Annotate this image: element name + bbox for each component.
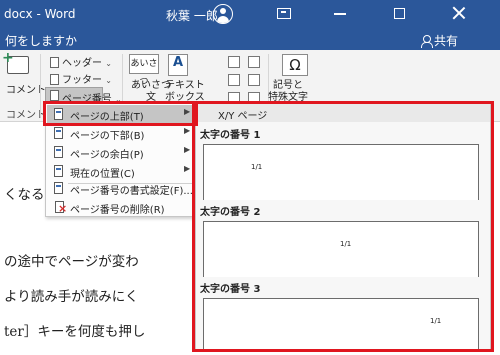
share-button[interactable]: 共有: [420, 32, 458, 49]
new-comment-icon[interactable]: +: [2, 51, 29, 74]
page-number-menu: ページの上部(T) ▶ ページの下部(B) ▶ ページの余白(P) ▶ 現在の位…: [45, 103, 195, 217]
close-icon[interactable]: [452, 6, 466, 20]
avatar[interactable]: [213, 4, 233, 24]
chevron-right-icon: ▶: [184, 126, 191, 135]
header-label: ヘッダー: [62, 58, 102, 69]
header-icon: [50, 57, 59, 68]
greeting-icon[interactable]: あいさつ: [129, 54, 159, 87]
page-number-icon: [50, 90, 59, 101]
textbox-label: テキスト ボックス: [165, 80, 205, 103]
menu-item-label: ページ番号の削除(R): [70, 205, 165, 216]
window-title: docx - Word: [4, 7, 76, 21]
menu-item-label: 現在の位置(C): [70, 169, 135, 180]
top-of-page-gallery: X/Y ページ 太字の番号 1 1/1 太字の番号 2 1/1 太字の番号 3 …: [195, 103, 491, 350]
gallery-style-label: 太字の番号 1: [200, 130, 261, 141]
menu-item-page-margins[interactable]: ページの余白(P) ▶: [47, 143, 194, 162]
menu-item-format-page-numbers[interactable]: ページ番号の書式設定(F)...: [47, 179, 194, 198]
menu-item-label: ページの下部(B): [70, 131, 145, 142]
format-page-number-icon: [54, 182, 63, 194]
chevron-right-icon: ▶: [184, 164, 191, 173]
page-number-preview: 1/1: [251, 163, 263, 171]
gallery-preview-bold-number-1[interactable]: 1/1: [203, 144, 479, 200]
gallery-preview-bold-number-2[interactable]: 1/1: [203, 221, 479, 277]
current-position-icon: [54, 165, 63, 177]
group-divider: [40, 54, 41, 116]
quick-parts-icon[interactable]: [228, 56, 240, 68]
title-bar: docx - Word 秋葉 一郎: [0, 0, 500, 28]
page-margin-icon: [54, 146, 63, 158]
doc-text-line: より読み手が読みにく: [4, 289, 139, 305]
signature-line-icon[interactable]: [248, 56, 260, 68]
chevron-right-icon: ▶: [184, 145, 191, 154]
footer-button[interactable]: フッター ⌄: [50, 71, 112, 86]
menu-item-top-of-page[interactable]: ページの上部(T) ▶: [47, 105, 194, 124]
date-time-icon[interactable]: [248, 74, 260, 86]
gallery-header: X/Y ページ: [196, 104, 490, 122]
page-number-preview: 1/1: [340, 240, 352, 248]
doc-text-line: の途中でページが変わ: [4, 254, 139, 270]
textbox-icon[interactable]: A: [168, 54, 188, 76]
menu-item-bottom-of-page[interactable]: ページの下部(B) ▶: [47, 124, 194, 143]
chevron-down-icon: ⌄: [105, 59, 112, 68]
textbox-button[interactable]: テキスト ボックス: [165, 80, 205, 104]
wordart-icon[interactable]: [228, 74, 240, 86]
chevron-down-icon: ⌄: [105, 76, 112, 85]
page-bottom-icon: [54, 127, 63, 139]
menu-item-remove-page-numbers[interactable]: × ページ番号の削除(R): [47, 198, 194, 217]
symbol-label: 記号と 特殊文字: [268, 80, 308, 103]
chevron-right-icon: ▶: [184, 107, 191, 116]
omega-icon[interactable]: Ω: [282, 54, 308, 76]
ribbon-display-options-icon[interactable]: [277, 8, 291, 19]
minimize-icon[interactable]: [334, 13, 346, 15]
share-label: 共有: [434, 34, 459, 48]
page-number-preview: 1/1: [430, 317, 442, 325]
header-button[interactable]: ヘッダー ⌄: [50, 54, 112, 69]
menu-item-label: ページの上部(T): [70, 112, 144, 123]
page-number-button[interactable]: ページ番号 ⌄: [45, 87, 122, 105]
footer-label: フッター: [62, 75, 102, 86]
gallery-preview-bold-number-3[interactable]: 1/1: [203, 298, 479, 349]
remove-page-number-icon: ×: [55, 201, 67, 214]
gallery-style-label: 太字の番号 3: [200, 284, 261, 295]
menu-item-label: ページの余白(P): [70, 150, 144, 161]
person-icon: [420, 35, 433, 48]
doc-text-line: ter］キーを何度も押し: [4, 324, 146, 340]
symbol-button[interactable]: 記号と 特殊文字: [268, 80, 308, 104]
footer-icon: [50, 74, 59, 85]
user-name[interactable]: 秋葉 一郎: [166, 7, 218, 24]
tell-me-search[interactable]: 何をしますか: [5, 32, 77, 49]
page-top-icon: [54, 108, 63, 120]
gallery-style-label: 太字の番号 2: [200, 207, 261, 218]
menu-item-label: ページ番号の書式設定(F)...: [70, 186, 193, 197]
tell-me-bar: 何をしますか 共有: [0, 28, 500, 50]
maximize-icon[interactable]: [394, 8, 405, 19]
gallery-category-label: X/Y ページ: [218, 111, 268, 122]
